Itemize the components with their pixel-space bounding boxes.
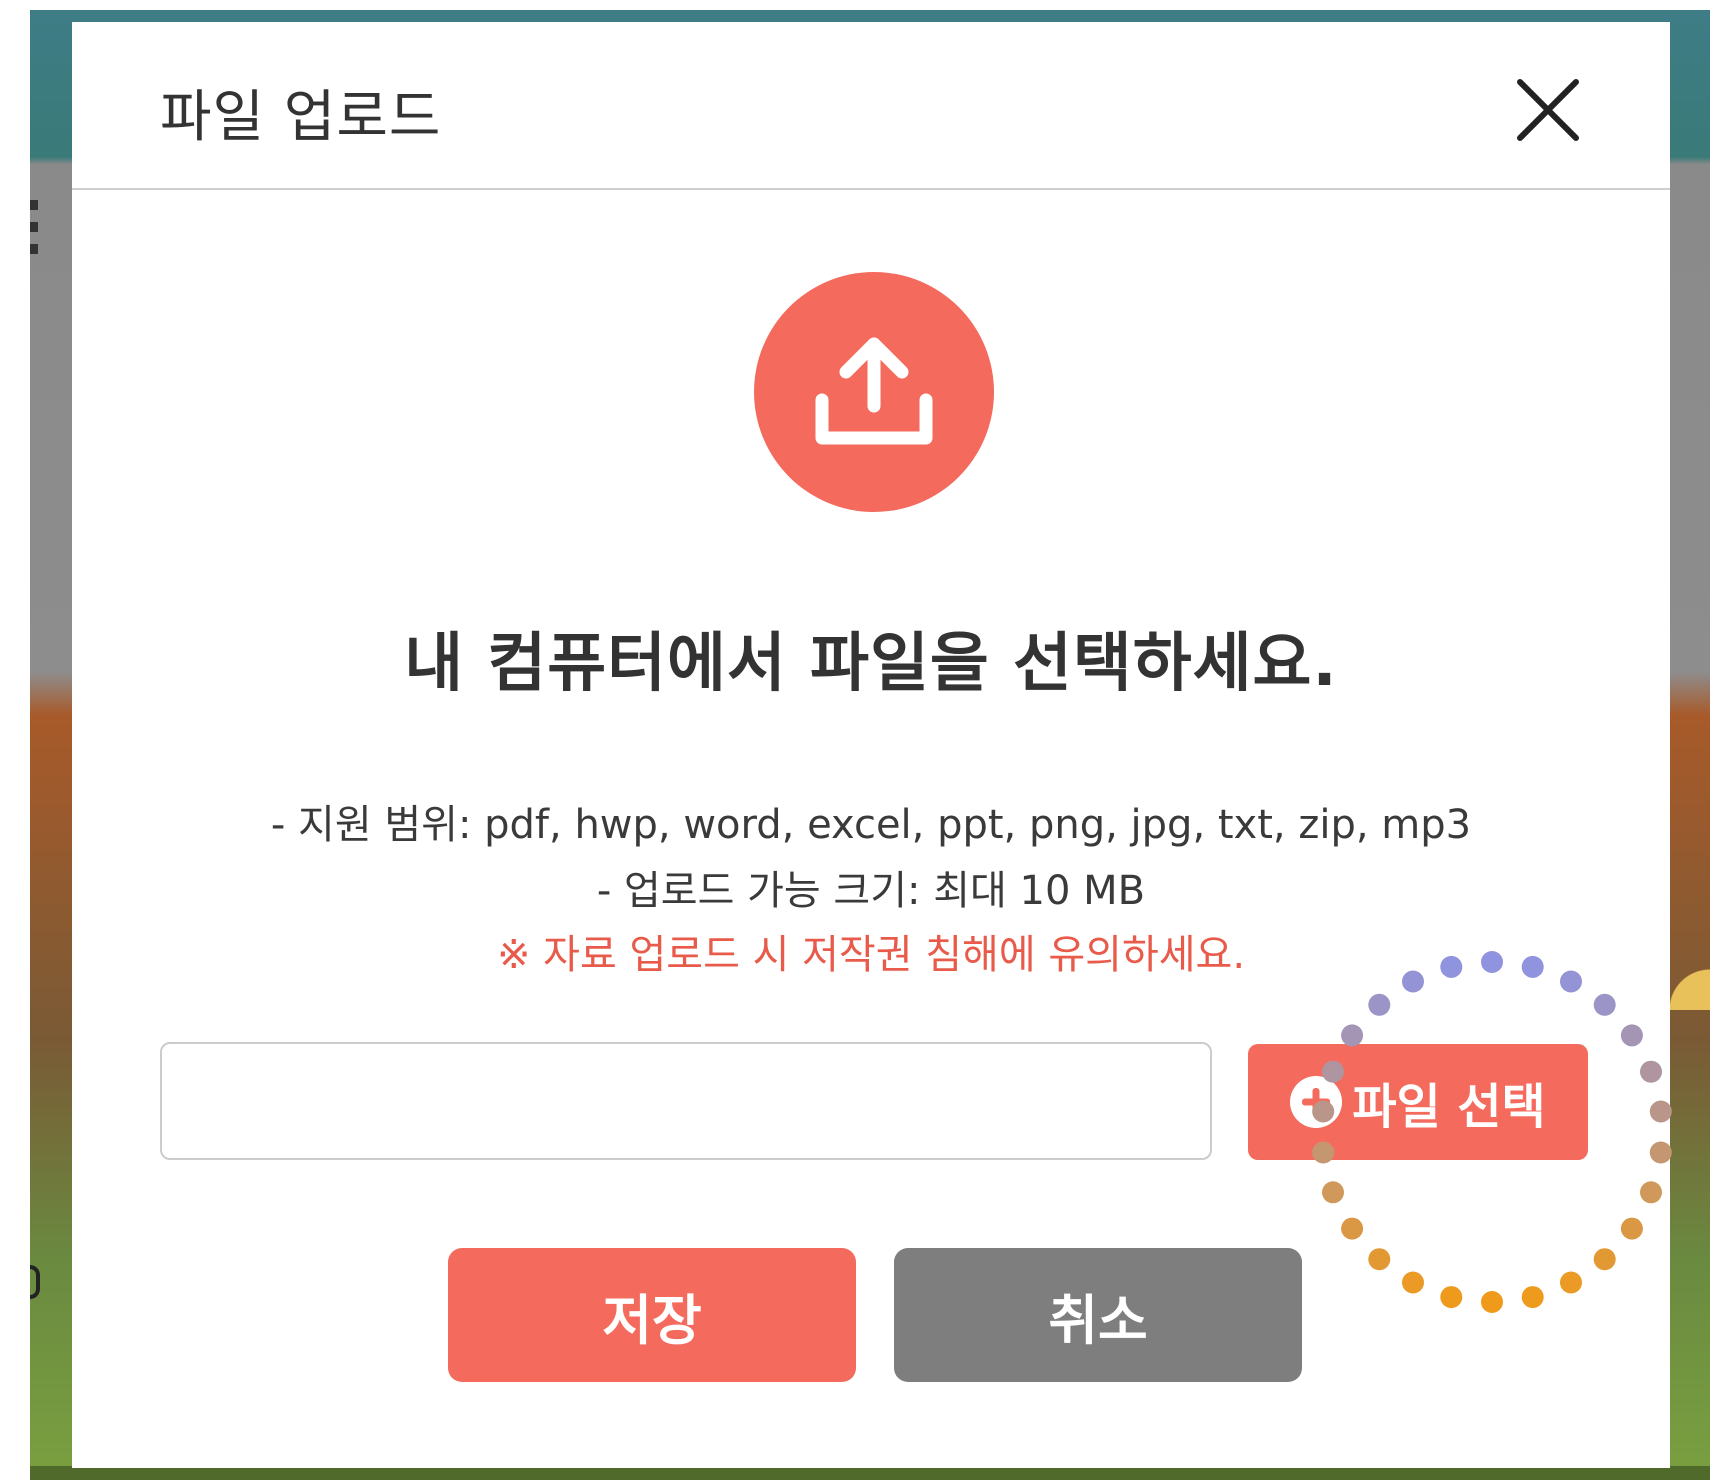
highlight-dot xyxy=(1620,1024,1643,1047)
highlight-dot xyxy=(1402,1271,1424,1294)
background-more-icon xyxy=(30,200,38,260)
highlight-dot xyxy=(1341,1217,1364,1240)
highlight-dot xyxy=(1640,1060,1662,1083)
instruction-heading: 내 컴퓨터에서 파일을 선택하세요. xyxy=(404,627,1338,701)
background-fragment xyxy=(30,1265,40,1299)
highlight-dot xyxy=(1440,1286,1463,1309)
highlight-dot xyxy=(1649,1100,1672,1123)
highlight-dot xyxy=(1368,1248,1391,1271)
highlight-dot xyxy=(1649,1141,1672,1164)
highlight-dot xyxy=(1560,1271,1582,1294)
plus-circle-icon xyxy=(1290,1076,1343,1128)
highlight-dot xyxy=(1368,993,1391,1016)
copyright-warning-text: ※ 자료 업로드 시 저작권 침해에 유의하세요. xyxy=(496,932,1246,978)
size-limit-text: - 업로드 가능 크기: 최대 10 MB xyxy=(596,868,1146,914)
highlight-dot xyxy=(1640,1181,1662,1204)
highlight-dot xyxy=(1593,993,1616,1016)
highlight-dot xyxy=(1620,1217,1643,1240)
background-ground xyxy=(30,1466,1710,1480)
dialog-title: 파일 업로드 xyxy=(160,85,442,150)
file-path-input[interactable] xyxy=(160,1042,1212,1160)
close-icon xyxy=(1517,79,1579,141)
close-button[interactable] xyxy=(1512,74,1584,146)
select-file-button[interactable]: 파일 선택 xyxy=(1248,1044,1588,1160)
highlight-dot xyxy=(1593,1248,1616,1271)
cancel-button[interactable]: 취소 xyxy=(894,1248,1302,1382)
highlight-dot xyxy=(1322,1181,1344,1204)
highlight-dot xyxy=(1521,1286,1544,1309)
file-upload-dialog: 파일 업로드 내 컴퓨터에서 파일을 선택하세요. - 지원 범위: pdf, … xyxy=(72,22,1672,1468)
upload-icon xyxy=(815,337,933,445)
dialog-header: 파일 업로드 xyxy=(72,22,1670,190)
select-file-label: 파일 선택 xyxy=(1352,1079,1546,1135)
upload-icon-badge xyxy=(754,272,994,512)
supported-formats-text: - 지원 범위: pdf, hwp, word, excel, ppt, png… xyxy=(270,802,1472,848)
save-button[interactable]: 저장 xyxy=(448,1248,856,1382)
highlight-dot xyxy=(1481,1291,1503,1313)
